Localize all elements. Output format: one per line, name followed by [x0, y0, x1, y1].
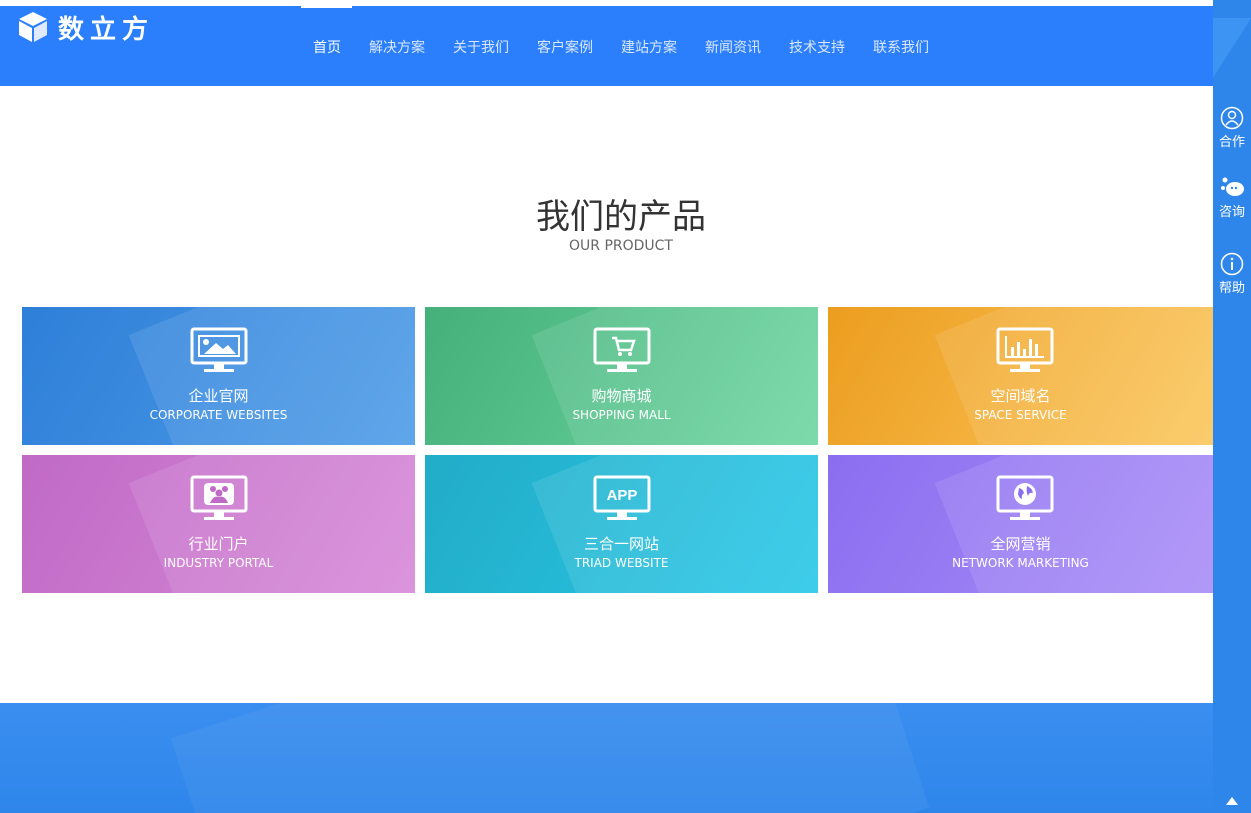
sidebar-item-label: 咨询 — [1218, 205, 1245, 220]
sidebar-item-cooperate[interactable]: 合作 — [1213, 106, 1251, 156]
product-title-cn: 全网营销 — [990, 535, 1051, 553]
product-card-corporate[interactable]: 企业官网 CORPORATE WEBSITES — [22, 307, 415, 445]
section-subtitle: OUR PRODUCT — [569, 238, 673, 254]
product-title-cn: 三合一网站 — [583, 535, 659, 553]
nav-item-site-plans[interactable]: 建站方案 — [607, 6, 691, 86]
floating-sidebar: 合作 咨询 帮助 — [1213, 0, 1251, 813]
brand-name: 数立方 — [58, 14, 155, 45]
sidebar-decoration — [1213, 18, 1251, 78]
sidebar-item-label: 合作 — [1218, 135, 1245, 150]
monitor-app-icon: APP — [593, 475, 651, 520]
product-card-network-marketing[interactable]: 全网营销 NETWORK MARKETING — [828, 455, 1213, 593]
product-title-en: TRIAD WEBSITE — [574, 556, 669, 570]
monitor-cart-icon — [593, 327, 651, 372]
nav-item-cases[interactable]: 客户案例 — [523, 6, 607, 86]
nav-item-news[interactable]: 新闻资讯 — [691, 6, 775, 86]
logo[interactable]: 数立方 — [16, 10, 155, 45]
sidebar-item-help[interactable]: 帮助 — [1213, 252, 1251, 302]
monitor-people-icon — [190, 475, 248, 520]
user-icon — [1220, 106, 1244, 130]
info-icon — [1220, 252, 1244, 276]
back-to-top-icon[interactable] — [1226, 797, 1238, 805]
monitor-globe-icon — [996, 475, 1054, 520]
product-card-shopping-mall[interactable]: 购物商城 SHOPPING MALL — [425, 307, 818, 445]
sidebar-item-consult[interactable]: 咨询 — [1213, 176, 1251, 226]
product-title-en: INDUSTRY PORTAL — [163, 556, 274, 570]
monitor-image-icon — [190, 327, 248, 372]
nav-item-support[interactable]: 技术支持 — [775, 6, 859, 86]
nav-item-solutions[interactable]: 解决方案 — [355, 6, 439, 86]
product-title-en: SHOPPING MALL — [572, 408, 671, 422]
chat-icon — [1221, 177, 1244, 196]
footer-banner — [0, 703, 1213, 813]
section-title: 我们的产品 — [536, 197, 706, 237]
site-header: 数立方 首页 解决方案 关于我们 客户案例 建站方案 新闻资讯 技术支持 联系我… — [0, 6, 1213, 86]
nav-item-contact[interactable]: 联系我们 — [859, 6, 943, 86]
product-title-cn: 企业官网 — [188, 387, 249, 405]
product-title-en: CORPORATE WEBSITES — [149, 408, 288, 422]
nav-item-about[interactable]: 关于我们 — [439, 6, 523, 86]
cube-icon — [19, 12, 47, 42]
product-title-cn: 购物商城 — [591, 387, 652, 405]
product-card-industry-portal[interactable]: 行业门户 INDUSTRY PORTAL — [22, 455, 415, 593]
sidebar-item-label: 帮助 — [1218, 281, 1245, 296]
nav-item-home[interactable]: 首页 — [299, 6, 355, 86]
product-title-cn: 行业门户 — [188, 535, 249, 553]
product-card-space-service[interactable]: 空间域名 SPACE SERVICE — [828, 307, 1213, 445]
product-title-en: SPACE SERVICE — [974, 408, 1067, 422]
product-title-en: NETWORK MARKETING — [952, 556, 1089, 570]
main-nav: 首页 解决方案 关于我们 客户案例 建站方案 新闻资讯 技术支持 联系我们 — [299, 6, 943, 86]
product-card-triad-website[interactable]: APP 三合一网站 TRIAD WEBSITE — [425, 455, 818, 593]
product-title-cn: 空间域名 — [990, 387, 1051, 405]
svg-text:APP: APP — [607, 487, 638, 504]
monitor-chart-icon — [996, 327, 1054, 372]
